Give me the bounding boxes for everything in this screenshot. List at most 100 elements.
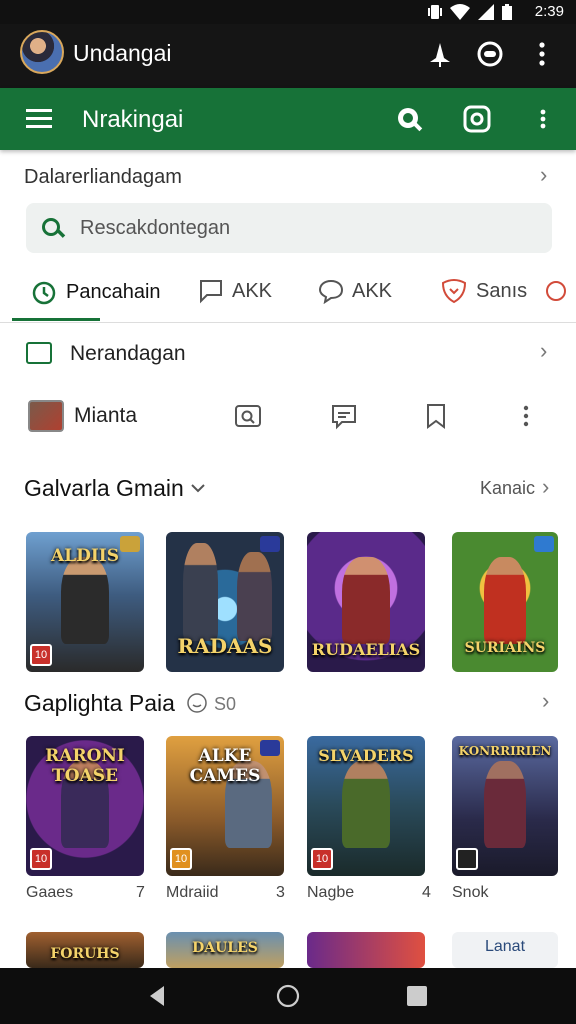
status-icons [428,4,512,20]
age-badge: 10 [311,848,333,870]
alarm-icon [32,281,56,305]
chevron-right-icon[interactable]: › [540,162,547,188]
search-icon [42,218,66,238]
corner-badge [260,536,280,552]
toolbar-title: Nrakingai [82,106,184,133]
partial-tab-icon[interactable] [542,278,568,304]
vibrate-icon [428,5,442,19]
chevron-right-icon: › [540,338,548,363]
subheader[interactable]: Dalarerliandagam [24,166,182,189]
tab-bar: Pancahain AKK AKK Sanıs [0,264,576,323]
avatar[interactable] [20,30,64,74]
game-art [342,761,390,848]
game-caption: Gaaes [26,884,74,901]
home-icon[interactable] [276,984,300,1008]
recents-icon[interactable] [406,985,428,1007]
smiley-icon [187,693,207,713]
app-logo [28,400,64,432]
game-count: 4 [422,884,431,901]
tab-label: AKK [352,279,393,302]
search-input[interactable]: Rescakdontegan [80,217,230,240]
more-vert-icon[interactable] [528,104,558,134]
tab-sanis[interactable]: Sanıs [440,278,527,304]
search-bar[interactable]: Rescakdontegan [26,203,552,253]
game-title: Lanat [484,938,526,955]
message-icon[interactable] [330,402,358,430]
age-badge [456,848,478,870]
tab-label: Pancahain [66,280,161,303]
game-caption: Snok [452,884,489,901]
more-vert-icon[interactable] [512,402,540,430]
toolbar: Nrakingai [0,88,576,150]
game-card[interactable]: RUDAELIAS [307,532,425,672]
corner-badge [260,740,280,756]
game-card[interactable]: Lanat [452,932,558,968]
game-title: SURIAINS [464,640,546,656]
game-card[interactable] [307,932,425,968]
menu-icon[interactable] [26,108,52,130]
list-item-label: Nerandagan [70,342,186,365]
game-art [182,543,218,642]
game-title: RUDAELIAS [311,640,421,659]
game-card[interactable]: ALDIIS 10 [26,532,144,672]
corner-badge [534,536,554,552]
game-count: 7 [136,884,145,901]
app-bar: Undangai [0,24,576,88]
game-art [342,557,390,644]
game-caption: Mdraiid [166,884,219,901]
game-caption: Nagbe [307,884,355,901]
age-badge: 10 [170,848,192,870]
bookmark-icon[interactable] [422,402,450,430]
game-title: FORUHS [50,946,120,962]
more-vert-icon[interactable] [528,40,556,68]
section-title[interactable]: Gaplighta Paia [24,690,175,717]
app-title: Undangai [73,40,172,66]
tab-label: Sanıs [476,279,528,302]
game-card[interactable]: DAULES [166,932,284,968]
chat-icon [200,280,222,304]
chevron-right-icon[interactable]: › [542,688,549,714]
back-icon[interactable] [146,984,168,1008]
game-card[interactable]: SLVADERS 10 [307,736,425,876]
heart-shield-icon [441,279,467,304]
game-card[interactable]: RARONI TOASE 10 [26,736,144,876]
game-title: RADAAS [177,634,273,658]
game-card[interactable]: RADAAS [166,532,284,672]
game-title: DAULES [192,940,258,956]
list-item-mianta[interactable]: Mianta [0,386,576,446]
signal-icon [478,4,494,20]
instagram-icon[interactable] [462,104,492,134]
tab-indicator [12,318,100,321]
game-count: 3 [276,884,285,901]
comment-icon [318,279,344,304]
status-bar: 2:39 [0,0,576,24]
game-card[interactable]: SURIAINS [452,532,558,672]
game-art [236,551,273,642]
game-art [483,557,527,644]
game-card[interactable]: ALKE CAMES 10 [166,736,284,876]
game-title: RARONI TOASE [45,746,125,786]
chevron-right-icon[interactable]: › [542,474,549,500]
chevron-down-icon[interactable] [190,482,206,494]
tab-label: AKK [232,279,273,302]
section-link[interactable]: Kanaic [480,478,535,499]
wifi-icon [450,4,470,20]
section-meta: S0 [214,694,237,714]
game-card[interactable]: FORUHS [26,932,144,968]
tab-pancahain[interactable]: Pancahain [30,278,161,306]
tab-akk-1[interactable]: AKK [198,278,272,304]
game-card[interactable]: KONRRIRIEN [452,736,558,876]
search-icon[interactable] [394,104,424,134]
corner-badge [120,536,140,552]
list-item-label: Mianta [74,404,138,427]
image-search-icon[interactable] [234,402,262,430]
tab-akk-2[interactable]: AKK [318,278,392,304]
cast-icon[interactable] [476,40,504,68]
age-badge: 10 [30,644,52,666]
list-item-nerandagan[interactable]: Nerandagan › [0,324,576,384]
age-badge: 10 [30,848,52,870]
checkbox-icon[interactable] [26,342,52,364]
game-title: SLVADERS [318,746,414,765]
section-title[interactable]: Galvarla Gmain [24,475,184,502]
notification-icon[interactable] [426,40,454,68]
